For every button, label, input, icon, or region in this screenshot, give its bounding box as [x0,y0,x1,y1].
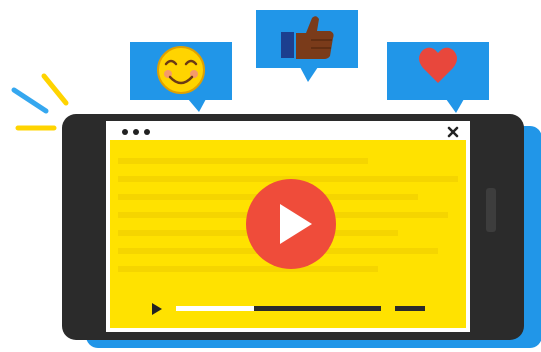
love-reaction-bubble [387,42,489,113]
window-dot [133,129,139,135]
smiley-reaction-bubble [130,42,232,112]
window-dot [144,129,150,135]
progress-fill [176,306,254,311]
smiley-face-icon [157,46,205,94]
video-reactions-illustration [11,10,541,348]
phone-side-button [486,188,496,232]
illustration-canvas [0,0,541,352]
volume-bar[interactable] [395,306,425,311]
play-button[interactable] [246,179,336,269]
attention-lines-icon [11,73,69,131]
window-dot [122,129,128,135]
like-reaction-bubble [256,10,358,82]
